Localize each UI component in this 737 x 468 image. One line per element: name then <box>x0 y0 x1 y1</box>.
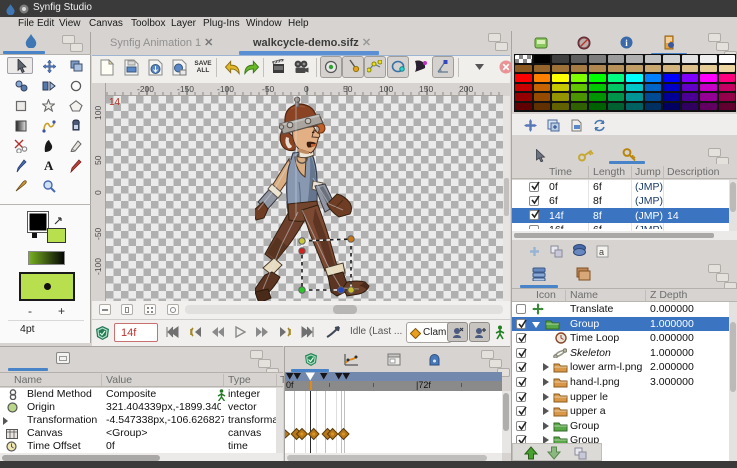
svg-text:a: a <box>599 247 604 257</box>
